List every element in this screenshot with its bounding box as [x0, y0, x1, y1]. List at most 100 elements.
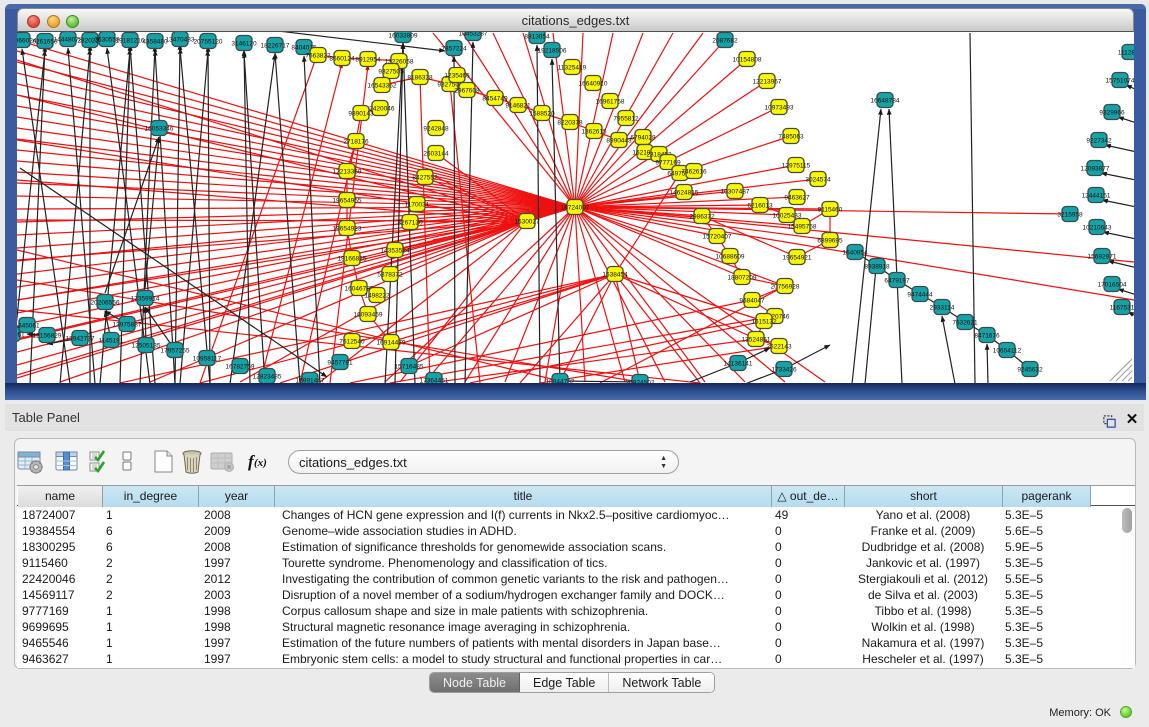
svg-text:9115460: 9115460 [818, 206, 843, 213]
svg-text:1640954: 1640954 [842, 249, 868, 256]
svg-text:6479197: 6479197 [884, 277, 910, 284]
svg-text:3215958: 3215958 [1057, 211, 1083, 218]
svg-text:8220378: 8220378 [557, 119, 583, 126]
svg-text:7462616: 7462616 [681, 168, 707, 175]
svg-text:10307487: 10307487 [721, 188, 750, 195]
svg-text:10453287: 10453287 [459, 32, 488, 37]
svg-text:13975887: 13975887 [113, 321, 142, 328]
svg-text:6899695: 6899695 [817, 237, 843, 244]
svg-text:14353584: 14353584 [381, 247, 410, 254]
svg-text:16093459: 16093459 [354, 311, 383, 318]
svg-text:8813054: 8813054 [524, 33, 550, 40]
svg-text:2522143: 2522143 [766, 343, 792, 350]
svg-text:19181216: 19181216 [116, 37, 145, 44]
svg-text:6794028: 6794028 [630, 134, 656, 141]
svg-text:20206556: 20206556 [91, 299, 120, 306]
svg-text:12505135: 12505135 [132, 342, 161, 349]
svg-text:9329966: 9329966 [1099, 109, 1125, 116]
svg-text:1235466: 1235466 [444, 72, 470, 79]
svg-text:18226717: 18226717 [261, 42, 290, 49]
svg-text:16782759: 16782759 [226, 363, 255, 370]
svg-text:7955812: 7955812 [613, 115, 639, 122]
svg-text:11325419: 11325419 [558, 64, 587, 71]
svg-text:19654921: 19654921 [783, 254, 812, 261]
svg-text:10973493: 10973493 [765, 104, 794, 111]
svg-text:1167531: 1167531 [1110, 304, 1134, 311]
svg-text:8990443: 8990443 [606, 137, 632, 144]
svg-text:3024574: 3024574 [805, 176, 831, 183]
svg-text:16053346: 16053346 [145, 125, 174, 132]
svg-text:17016504: 17016504 [1098, 281, 1127, 288]
svg-text:8660124: 8660124 [329, 55, 355, 62]
svg-text:10210643: 10210643 [1083, 224, 1112, 231]
svg-text:13524851: 13524851 [742, 336, 771, 343]
svg-text:12942737: 12942737 [66, 335, 95, 342]
svg-text:1588520: 1588520 [529, 110, 555, 117]
svg-text:15720407: 15720407 [703, 233, 732, 240]
svg-text:10958117: 10958117 [193, 355, 222, 362]
svg-text:10654112: 10654112 [993, 347, 1022, 354]
svg-text:12975115: 12975115 [782, 162, 811, 169]
svg-text:12156829: 12156829 [33, 332, 62, 339]
svg-text:9457791: 9457791 [327, 359, 353, 366]
svg-text:12213967: 12213967 [753, 78, 782, 85]
svg-text:7612540: 7612540 [339, 338, 365, 345]
svg-text:20756928: 20756928 [771, 283, 800, 290]
svg-text:10944782: 10944782 [546, 378, 575, 383]
svg-text:14624815: 14624815 [670, 189, 699, 196]
svg-text:17364451: 17364451 [420, 377, 449, 383]
svg-text:8427552: 8427552 [412, 174, 438, 181]
svg-text:1345061: 1345061 [17, 322, 40, 329]
svg-text:19654923: 19654923 [333, 225, 362, 232]
svg-text:17957255: 17957255 [161, 347, 190, 354]
svg-text:7485063: 7485063 [778, 133, 804, 140]
svg-text:2603144: 2603144 [423, 150, 449, 157]
svg-text:1362615: 1362615 [581, 128, 607, 135]
svg-text:2087682: 2087682 [712, 37, 738, 44]
svg-text:15751074: 15751074 [1106, 77, 1134, 84]
svg-text:8912954: 8912954 [355, 56, 381, 63]
svg-text:14136141: 14136141 [724, 360, 753, 367]
svg-text:15692971: 15692971 [1088, 253, 1117, 260]
svg-text:9684047: 9684047 [739, 297, 765, 304]
svg-text:8471676: 8471676 [974, 332, 1000, 339]
svg-text:12823485: 12823485 [253, 373, 282, 380]
svg-text:1615132: 1615132 [751, 318, 777, 325]
svg-text:1530027: 1530027 [514, 218, 540, 225]
svg-text:8938918: 8938918 [864, 263, 890, 270]
svg-text:9245632: 9245632 [1017, 366, 1043, 373]
svg-text:8186328: 8186328 [407, 74, 433, 81]
svg-text:7357224: 7357224 [441, 45, 467, 52]
svg-text:16640910: 16640910 [579, 80, 608, 87]
svg-text:12444151: 12444151 [1082, 192, 1111, 199]
svg-text:15716485: 15716485 [395, 363, 424, 370]
svg-text:16033809: 16033809 [389, 32, 418, 39]
svg-text:1498222: 1498222 [364, 292, 390, 299]
svg-text:1112804: 1112804 [1118, 49, 1134, 56]
svg-text:18724007: 18724007 [561, 204, 590, 211]
svg-text:2933114: 2933114 [930, 304, 955, 311]
svg-text:10688609: 10688609 [716, 253, 745, 260]
svg-text:16648784: 16648784 [871, 97, 900, 104]
svg-text:17359914: 17359914 [131, 295, 160, 302]
svg-text:20755120: 20755120 [194, 38, 223, 45]
svg-text:8454749: 8454749 [482, 95, 508, 102]
svg-text:12213369: 12213369 [333, 168, 362, 175]
svg-text:10154808: 10154808 [733, 56, 762, 63]
svg-text:16543362: 16543362 [368, 82, 397, 89]
svg-text:7632621: 7632621 [952, 319, 978, 326]
svg-text:1170031: 1170031 [405, 201, 430, 208]
svg-text:3267130: 3267130 [397, 219, 423, 226]
svg-text:16914479: 16914479 [377, 339, 406, 346]
svg-text:9242848: 9242848 [423, 125, 449, 132]
svg-text:9327505: 9327505 [378, 68, 404, 75]
svg-text:20924502: 20924502 [626, 379, 655, 383]
svg-text:1538454: 1538454 [602, 271, 628, 278]
svg-text:2967608: 2967608 [454, 87, 480, 94]
svg-text:15495758: 15495758 [788, 223, 817, 230]
svg-text:6216013: 6216013 [747, 202, 773, 209]
svg-text:1733426: 1733426 [771, 366, 797, 373]
svg-text:9890143: 9890143 [348, 110, 374, 117]
svg-text:1145191: 1145191 [99, 337, 124, 344]
svg-text:19654955: 19654955 [333, 197, 362, 204]
